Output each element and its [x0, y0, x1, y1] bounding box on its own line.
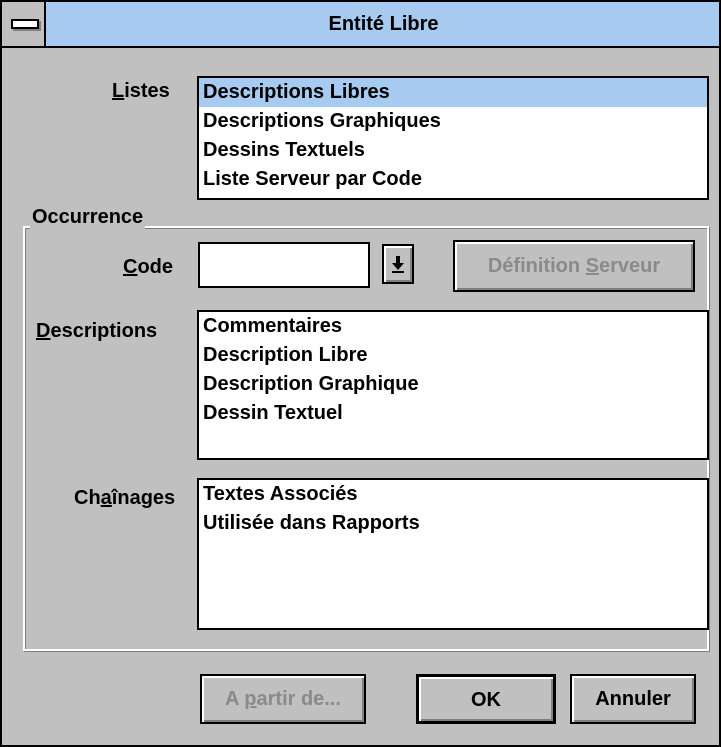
- list-item[interactable]: Description Graphique: [199, 370, 707, 399]
- list-item[interactable]: Dessins Textuels: [199, 136, 707, 165]
- list-item[interactable]: Descriptions Graphiques: [199, 107, 707, 136]
- dialog-window: Entité Libre Listes Descriptions Libres …: [0, 0, 721, 747]
- list-item[interactable]: Commentaires: [199, 312, 707, 341]
- system-menu-icon: [11, 19, 39, 29]
- arrow-down-icon: [392, 256, 404, 273]
- title-bar: Entité Libre: [2, 2, 719, 48]
- list-item[interactable]: Description Libre: [199, 341, 707, 370]
- window-title: Entité Libre: [328, 13, 439, 35]
- a-partir-de-button[interactable]: A partir de...: [200, 674, 366, 724]
- list-item[interactable]: Liste Serveur par Code: [199, 165, 707, 194]
- listes-listbox[interactable]: Descriptions Libres Descriptions Graphiq…: [197, 76, 709, 200]
- descriptions-listbox[interactable]: Commentaires Description Libre Descripti…: [197, 310, 709, 460]
- code-label: Code: [123, 256, 174, 278]
- list-item[interactable]: Descriptions Libres: [199, 78, 707, 107]
- list-item[interactable]: Textes Associés: [199, 480, 707, 509]
- chainages-label: Chaînages: [74, 487, 176, 509]
- occurrence-group-title: Occurrence: [30, 206, 146, 229]
- list-item[interactable]: Dessin Textuel: [199, 399, 707, 428]
- listes-label: Listes: [112, 80, 170, 102]
- code-dropdown-button[interactable]: [382, 244, 414, 284]
- list-item[interactable]: Utilisée dans Rapports: [199, 509, 707, 538]
- ok-button[interactable]: OK: [416, 674, 556, 724]
- definition-serveur-button[interactable]: Définition Serveur: [453, 240, 695, 292]
- system-menu-button[interactable]: [2, 2, 46, 46]
- chainages-listbox[interactable]: Textes Associés Utilisée dans Rapports: [197, 478, 709, 630]
- cancel-button[interactable]: Annuler: [570, 674, 696, 724]
- descriptions-label: Descriptions: [36, 320, 158, 342]
- code-input[interactable]: [198, 242, 370, 288]
